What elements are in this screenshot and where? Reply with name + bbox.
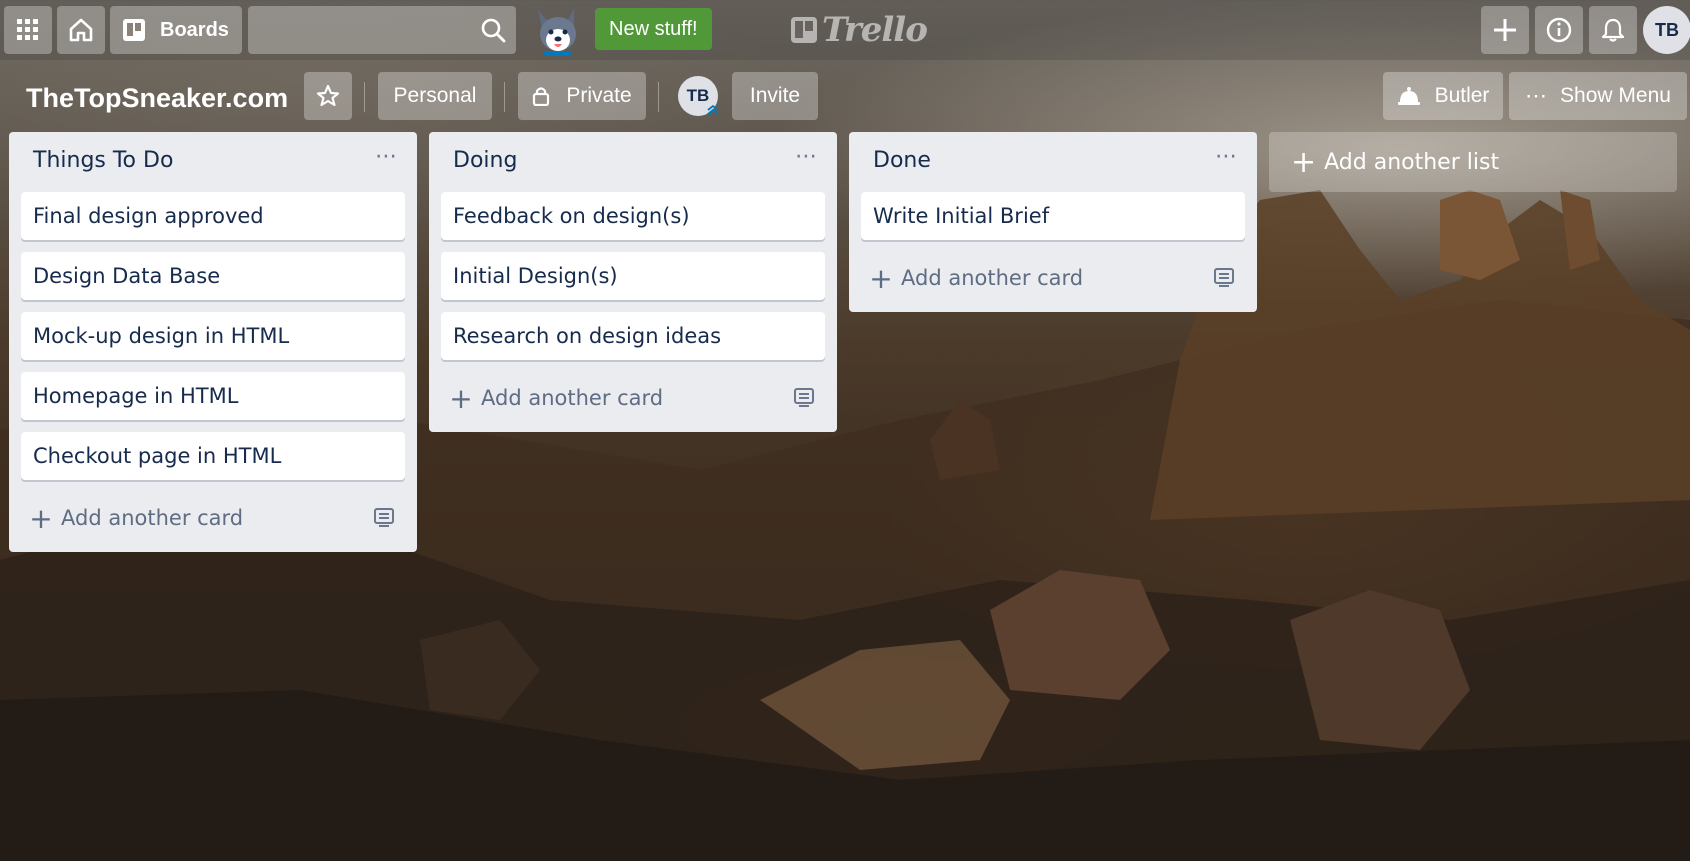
admin-chevron-icon [707, 104, 719, 115]
plus-icon [1494, 19, 1516, 41]
header-divider [658, 82, 659, 112]
card[interactable]: Homepage in HTML [21, 372, 405, 420]
board-title[interactable]: TheTopSneaker.com [26, 74, 288, 122]
ellipsis-icon: ⋯ [1525, 83, 1549, 108]
card[interactable]: Research on design ideas [441, 312, 825, 360]
board-icon [123, 19, 145, 41]
butler-button[interactable]: Butler [1383, 72, 1503, 120]
search-box[interactable] [248, 6, 516, 54]
privacy-button[interactable]: Private [518, 72, 646, 120]
list-header: Doing ⋯ [429, 132, 837, 192]
create-button[interactable] [1481, 6, 1529, 54]
list-things-to-do: Things To Do ⋯ Final design approved Des… [9, 132, 417, 552]
star-icon [316, 84, 340, 107]
list-title[interactable]: Doing [453, 148, 517, 173]
apps-menu-button[interactable] [4, 6, 52, 54]
home-icon [69, 18, 93, 42]
butler-bell-icon [1397, 87, 1420, 105]
boards-button[interactable]: Boards [110, 6, 242, 54]
card[interactable]: Final design approved [21, 192, 405, 240]
info-icon [1546, 17, 1572, 43]
trello-logo[interactable]: Trello [790, 8, 928, 52]
mascot-dog-icon[interactable] [528, 2, 588, 60]
card[interactable]: Design Data Base [21, 252, 405, 300]
card-template-icon[interactable] [373, 506, 395, 528]
list-title[interactable]: Done [873, 148, 931, 173]
add-card-label: Add another card [481, 386, 664, 410]
add-list-label: Add another list [1324, 149, 1500, 175]
invite-button[interactable]: Invite [732, 72, 818, 120]
card-template-icon[interactable] [793, 386, 815, 408]
team-visibility-button[interactable]: Personal [378, 72, 492, 120]
search-input[interactable] [248, 6, 478, 54]
add-card-label: Add another card [901, 266, 1084, 290]
list-menu-icon[interactable]: ⋯ [791, 144, 821, 170]
boards-label: Boards [160, 18, 229, 41]
list-menu-icon[interactable]: ⋯ [371, 144, 401, 170]
card[interactable]: Feedback on design(s) [441, 192, 825, 240]
list-done: Done ⋯ Write Initial Brief + Add another… [849, 132, 1257, 312]
trello-logo-icon [791, 17, 817, 43]
lock-icon [533, 87, 550, 106]
show-menu-label: Show Menu [1560, 84, 1671, 107]
add-card-label: Add another card [61, 506, 244, 530]
search-icon[interactable] [480, 17, 506, 43]
show-menu-button[interactable]: ⋯ Show Menu [1509, 72, 1687, 120]
header-divider [504, 82, 505, 112]
information-button[interactable] [1535, 6, 1583, 54]
home-button[interactable] [57, 6, 105, 54]
user-avatar[interactable]: TB [1643, 6, 1690, 54]
star-board-button[interactable] [304, 72, 352, 120]
butler-label: Butler [1434, 84, 1490, 107]
list-menu-icon[interactable]: ⋯ [1211, 144, 1241, 170]
card[interactable]: Write Initial Brief [861, 192, 1245, 240]
add-list-button[interactable]: + Add another list [1269, 132, 1677, 192]
grid-icon [17, 19, 38, 40]
plus-icon: + [869, 261, 893, 295]
list-header: Things To Do ⋯ [9, 132, 417, 192]
plus-icon: + [1291, 144, 1317, 180]
header-divider [364, 82, 365, 112]
add-card-button[interactable]: + Add another card [861, 252, 1245, 304]
bell-icon [1601, 18, 1625, 42]
card-template-icon[interactable] [1213, 266, 1235, 288]
card[interactable]: Mock-up design in HTML [21, 312, 405, 360]
notifications-button[interactable] [1589, 6, 1637, 54]
privacy-label: Private [566, 84, 632, 107]
list-doing: Doing ⋯ Feedback on design(s) Initial De… [429, 132, 837, 432]
add-card-button[interactable]: + Add another card [441, 372, 825, 424]
list-header: Done ⋯ [849, 132, 1257, 192]
trello-logo-text: Trello [822, 10, 928, 50]
plus-icon: + [449, 381, 473, 415]
add-card-button[interactable]: + Add another card [21, 492, 405, 544]
new-stuff-button[interactable]: New stuff! [595, 8, 712, 50]
top-navigation-bar: Boards New stuff! Trello TB [0, 0, 1690, 60]
card[interactable]: Checkout page in HTML [21, 432, 405, 480]
list-title[interactable]: Things To Do [33, 148, 173, 173]
plus-icon: + [29, 501, 53, 535]
card[interactable]: Initial Design(s) [441, 252, 825, 300]
